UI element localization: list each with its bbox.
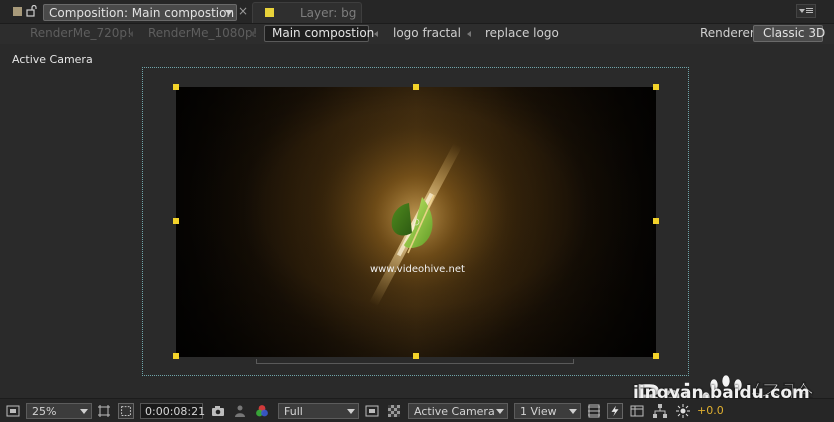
renderer-button[interactable]: Classic 3D [753, 25, 826, 42]
view-layout-value: 1 View [520, 405, 557, 418]
breadcrumb-item[interactable]: RenderMe_720p! [30, 26, 132, 40]
selection-handle[interactable] [173, 218, 179, 224]
draft-3d-icon[interactable] [586, 403, 602, 419]
show-snapshot-icon[interactable] [232, 403, 248, 419]
fast-preview-icon[interactable] [607, 403, 623, 419]
viewer-toolbar: 25% 0:00:08:21 Full Active Camera 1 View… [0, 398, 834, 422]
breadcrumb-arrow-icon [374, 31, 378, 37]
breadcrumb-arrow-icon [250, 31, 254, 37]
logo-artwork [176, 87, 656, 357]
resolution-dropdown[interactable]: Full [278, 403, 359, 419]
flowchart-icon[interactable] [652, 403, 668, 419]
breadcrumb-item[interactable]: logo fractal [393, 26, 461, 40]
breadcrumb-arrow-icon [467, 31, 471, 37]
chevron-down-icon [496, 409, 504, 414]
layer-tab-label: Layer: bg [300, 6, 357, 20]
tab-layer[interactable]: Layer: bg [252, 2, 362, 23]
selection-handle[interactable] [173, 353, 179, 359]
hamburger-icon [806, 8, 813, 9]
chevron-down-icon [225, 10, 233, 15]
composition-viewer[interactable]: Active Camera www.videohive.net Bai jing… [0, 44, 834, 419]
breadcrumb-item[interactable]: replace logo [485, 26, 559, 40]
active-camera-label: Active Camera [12, 53, 93, 66]
region-icon[interactable] [364, 403, 380, 419]
magnification-dropdown[interactable]: 25% [26, 403, 92, 419]
view-mode-value: Active Camera [414, 405, 495, 418]
timecode-display[interactable]: 0:00:08:21 [140, 403, 206, 419]
action-safe-guide [256, 359, 574, 364]
comp-url-text: www.videohive.net [370, 264, 465, 275]
breadcrumb-item[interactable]: RenderMe_1080p! [148, 26, 257, 40]
channel-icon[interactable] [254, 403, 270, 419]
chevron-down-icon [799, 9, 805, 13]
always-preview-icon[interactable] [5, 403, 21, 419]
grid-icon[interactable] [96, 403, 112, 419]
mask-icon[interactable] [118, 403, 134, 419]
panel-menu-button[interactable] [796, 4, 816, 18]
snapshot-icon[interactable] [210, 403, 226, 419]
magnification-value: 25% [32, 405, 57, 418]
breadcrumb-active-label: Main compostion [272, 26, 375, 40]
view-layout-dropdown[interactable]: 1 View [514, 403, 581, 419]
panel-tab-bar: Composition: Main compostion × Layer: bg [0, 0, 834, 24]
breadcrumb-arrow-icon [129, 31, 133, 37]
selection-handle[interactable] [653, 84, 659, 90]
tab-composition[interactable]: Composition: Main compostion × [0, 2, 250, 23]
renderer-label: Renderer: [700, 26, 759, 40]
composition-dropdown[interactable]: Composition: Main compostion [43, 4, 237, 21]
transparency-icon[interactable] [386, 403, 402, 419]
layer-color-swatch [265, 8, 274, 17]
reset-exposure-icon[interactable] [675, 403, 691, 419]
composition-navigator: RenderMe_720p! RenderMe_1080p! Main comp… [0, 24, 834, 44]
composition-canvas[interactable]: www.videohive.net [176, 87, 656, 357]
close-icon[interactable]: × [238, 4, 248, 18]
chevron-down-icon [569, 409, 577, 414]
chevron-down-icon [80, 409, 88, 414]
resolution-value: Full [284, 405, 303, 418]
chevron-down-icon [347, 409, 355, 414]
selection-handle[interactable] [653, 218, 659, 224]
breadcrumb-item-active[interactable]: Main compostion [264, 25, 374, 42]
timeline-icon[interactable] [629, 403, 645, 419]
selection-handle[interactable] [173, 84, 179, 90]
exposure-value[interactable]: +0.0 [697, 404, 724, 417]
view-mode-dropdown[interactable]: Active Camera [408, 403, 508, 419]
renderer-value: Classic 3D [763, 26, 826, 40]
selection-handle[interactable] [413, 84, 419, 90]
composition-tab-label: Composition: Main compostion [49, 6, 235, 20]
selection-handle[interactable] [653, 353, 659, 359]
timecode-value: 0:00:08:21 [145, 405, 206, 418]
